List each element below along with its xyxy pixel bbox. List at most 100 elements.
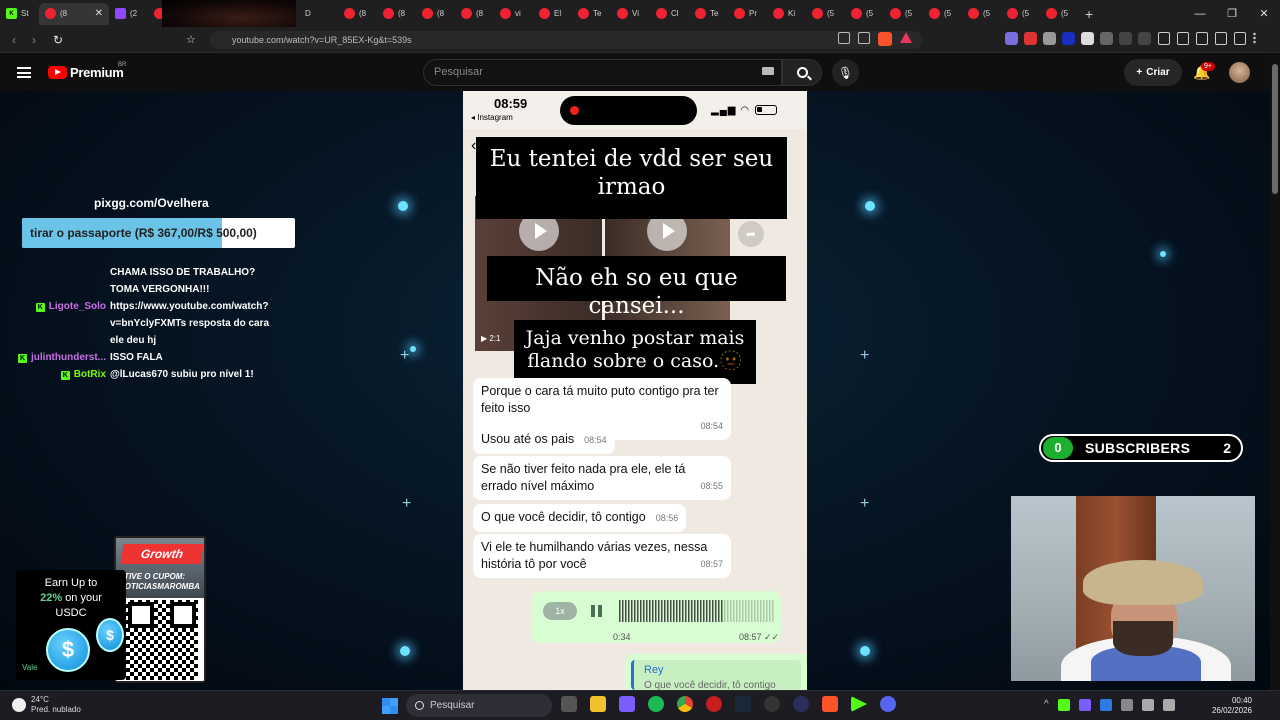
url-field[interactable]: youtube.com/watch?v=UR_85EX-Kg&t=539s — [210, 31, 922, 49]
tab-item[interactable]: (5 — [1001, 3, 1040, 25]
play-app-icon[interactable] — [851, 696, 867, 712]
system-clock[interactable]: 00:40 26/02/2026 — [1208, 696, 1252, 716]
music-icon[interactable] — [1158, 32, 1170, 45]
tab-item[interactable]: (8 — [377, 3, 416, 25]
tab-item[interactable]: (5 — [806, 3, 845, 25]
spotify-icon[interactable] — [648, 696, 664, 712]
tab-item[interactable]: Ki — [767, 3, 806, 25]
taskbar-search[interactable]: Pesquisar — [406, 694, 552, 717]
youtube-icon — [890, 8, 901, 19]
hamburger-menu-icon[interactable] — [17, 67, 31, 78]
search-input[interactable]: Pesquisar — [423, 59, 782, 86]
minimize-icon[interactable]: — — [1184, 0, 1216, 27]
twitch-icon — [115, 8, 126, 19]
youtube-icon — [929, 8, 940, 19]
steam-icon[interactable] — [735, 696, 751, 712]
discord-icon[interactable] — [880, 696, 896, 712]
search-button[interactable] — [782, 59, 822, 86]
wallet-icon[interactable] — [1196, 32, 1208, 45]
youtube-icon — [500, 8, 511, 19]
tab-item[interactable]: Te — [689, 3, 728, 25]
plus-icon: + — [1136, 67, 1143, 78]
extension-icon[interactable] — [1138, 32, 1151, 45]
back-icon[interactable]: ‹ — [4, 33, 24, 47]
tab-item[interactable]: (5 — [962, 3, 1001, 25]
pause-icon — [591, 605, 602, 617]
chat-username — [0, 264, 110, 298]
app-icon[interactable] — [619, 696, 635, 712]
tab-item[interactable]: D — [299, 3, 338, 25]
wifi-icon[interactable] — [1141, 699, 1154, 711]
mic-icon: 🎙 — [837, 65, 854, 80]
extension-icon[interactable] — [1100, 32, 1113, 45]
mic-button[interactable]: 🎙 — [832, 59, 859, 86]
tab-item[interactable]: (5 — [884, 3, 923, 25]
tray-icon[interactable] — [1120, 699, 1133, 711]
menu-icon[interactable] — [1253, 32, 1256, 45]
leo-icon[interactable] — [1215, 32, 1227, 45]
tab-item[interactable]: (8 — [416, 3, 455, 25]
extension-icon[interactable] — [1062, 32, 1075, 45]
tray-icon[interactable] — [1057, 699, 1070, 711]
youtube-icon — [539, 8, 550, 19]
tab-item[interactable]: Te — [572, 3, 611, 25]
puzzle-icon[interactable] — [1119, 32, 1132, 45]
cast-icon[interactable] — [838, 32, 850, 44]
extension-icon[interactable] — [1024, 32, 1037, 45]
bluetooth-icon[interactable] — [1099, 699, 1112, 711]
keyboard-icon[interactable] — [762, 67, 774, 75]
task-view-icon[interactable] — [561, 696, 577, 712]
video-player[interactable]: + + + + pixgg.com/Ovelhera tirar o passa… — [0, 91, 1270, 690]
file-explorer-icon[interactable] — [590, 696, 606, 712]
brave-icon[interactable] — [822, 696, 838, 712]
page-scrollbar[interactable] — [1270, 54, 1280, 690]
close-icon[interactable]: ✕ — [95, 8, 103, 19]
background-glow — [1160, 251, 1166, 257]
windows-start-icon[interactable] — [382, 698, 398, 714]
vpn-icon[interactable] — [1234, 32, 1246, 45]
volume-icon[interactable] — [1162, 699, 1175, 711]
youtube-logo[interactable]: Premium — [48, 65, 124, 80]
brave-rewards-icon[interactable] — [900, 32, 912, 43]
tab-item[interactable]: Vi — [611, 3, 650, 25]
tab-item[interactable]: (8 — [338, 3, 377, 25]
tab-item[interactable]: (5 — [1040, 3, 1079, 25]
tab-item[interactable]: (5 — [845, 3, 884, 25]
background-sparkle: + — [860, 347, 870, 364]
chat-username: K Ligote_Solo — [35, 301, 106, 312]
tab-item[interactable]: (5 — [923, 3, 962, 25]
app-icon[interactable] — [793, 696, 809, 712]
tab-item[interactable]: Cl — [650, 3, 689, 25]
bookmark-icon[interactable]: ☆ — [186, 33, 196, 46]
forward-icon[interactable]: › — [24, 33, 44, 47]
brave-shield-icon[interactable] — [878, 32, 892, 46]
background-glow — [398, 201, 408, 211]
sidebar-icon[interactable] — [1177, 32, 1189, 45]
tab-item[interactable]: (2 — [109, 3, 148, 25]
tab-item[interactable]: Pr — [728, 3, 767, 25]
tab-item[interactable]: vi — [494, 3, 533, 25]
tab-item[interactable]: (8 — [455, 3, 494, 25]
tab-item[interactable]: K St — [0, 3, 39, 25]
chevron-up-icon[interactable]: ^ — [1044, 699, 1049, 711]
avatar[interactable] — [1229, 62, 1250, 83]
app-icon[interactable] — [764, 696, 780, 712]
extension-icon[interactable] — [1005, 32, 1018, 45]
maximize-icon[interactable]: ❐ — [1216, 0, 1248, 27]
tab-active[interactable]: (8 ✕ — [39, 2, 109, 25]
close-window-icon[interactable]: ✕ — [1248, 0, 1280, 27]
share-icon[interactable] — [858, 32, 870, 44]
background-glow — [410, 346, 416, 352]
youtube-icon — [968, 8, 979, 19]
tab-item[interactable]: El — [533, 3, 572, 25]
tray-icon[interactable] — [1078, 699, 1091, 711]
extension-icon[interactable] — [1043, 32, 1056, 45]
opera-icon[interactable] — [706, 696, 722, 712]
new-tab-icon[interactable]: + — [1085, 6, 1093, 22]
extension-icon[interactable] — [1081, 32, 1094, 45]
create-button[interactable]: + Criar — [1124, 59, 1182, 86]
reload-icon[interactable]: ↻ — [48, 33, 68, 47]
chrome-icon[interactable] — [677, 696, 693, 712]
weather-widget[interactable]: 24°C Pred. nublado — [12, 695, 81, 715]
youtube-icon — [656, 8, 667, 19]
